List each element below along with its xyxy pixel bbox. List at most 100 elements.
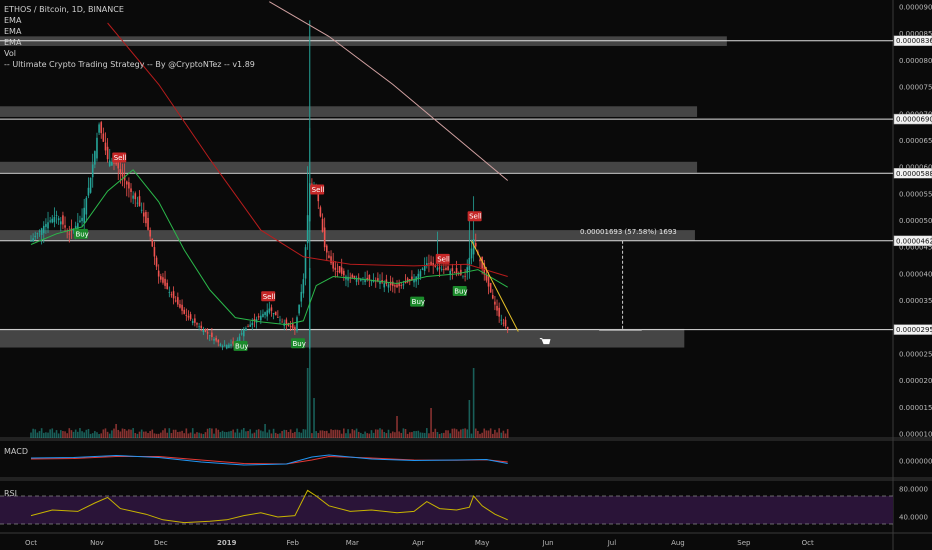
volume-bar: [232, 429, 234, 438]
candle-body: [396, 284, 398, 288]
rsi-label[interactable]: RSI: [4, 489, 17, 498]
volume-bar: [466, 429, 469, 438]
volume-bar: [504, 433, 507, 438]
zone-band: [0, 161, 698, 173]
candle-body: [453, 271, 456, 273]
candle-body: [230, 344, 232, 346]
candle-body: [208, 335, 211, 337]
candle-body: [98, 124, 100, 133]
candle-body: [113, 162, 115, 164]
volume-bar: [147, 433, 149, 438]
volume-bar: [104, 428, 107, 438]
volume-bar: [157, 433, 160, 438]
volume-bar: [383, 431, 386, 438]
candle-body: [119, 169, 122, 173]
candle-body: [138, 196, 141, 207]
volume-bar: [151, 429, 154, 438]
volume-bar: [381, 429, 383, 438]
candle-body: [121, 172, 124, 177]
volume-bar: [208, 428, 211, 438]
candle-body: [221, 345, 224, 348]
candle-body: [279, 319, 281, 321]
zone-band: [0, 106, 698, 117]
signal-label: Buy: [412, 298, 425, 306]
candle-body: [147, 217, 149, 230]
ema-legend-1[interactable]: EMA: [4, 15, 255, 26]
volume-bar: [119, 431, 122, 438]
volume-bar: [264, 424, 266, 438]
candle-body: [436, 267, 439, 270]
volume-bar: [408, 432, 411, 438]
candle-body: [474, 243, 477, 247]
volume-bar: [142, 431, 145, 438]
rsi-band: [0, 496, 893, 524]
price-tick-label: 0.00004000: [899, 270, 932, 278]
volume-bar: [460, 429, 462, 438]
volume-bar: [283, 429, 286, 438]
volume-bar: [245, 431, 247, 438]
signal-label: Sell: [469, 213, 482, 221]
volume-legend[interactable]: Vol: [4, 48, 255, 59]
candle-body: [274, 311, 277, 316]
candle-body: [394, 285, 396, 287]
time-tick-label: Mar: [346, 539, 359, 547]
strategy-legend[interactable]: -- Ultimate Crypto Trading Strategy -- B…: [4, 59, 255, 70]
volume-bar: [328, 433, 330, 438]
candle-body: [68, 233, 71, 235]
volume-bar: [311, 433, 313, 438]
candle-body: [181, 304, 183, 311]
volume-bar: [302, 429, 305, 438]
volume-bar: [243, 428, 245, 438]
volume-bar: [366, 433, 369, 438]
candle-body: [49, 220, 51, 222]
ema-legend-2[interactable]: EMA: [4, 26, 255, 37]
candle-body: [277, 317, 279, 318]
grid: [0, 0, 932, 550]
candle-body: [142, 212, 145, 217]
price-tick-label: 0.00006500: [899, 137, 932, 145]
volume-bar: [391, 431, 394, 438]
volume-bar: [262, 431, 264, 438]
candle-body: [311, 183, 313, 185]
ema-legend-3[interactable]: EMA: [4, 37, 255, 48]
volume-bar: [462, 428, 464, 438]
volume-bar: [432, 431, 434, 438]
volume-bar: [96, 432, 98, 438]
candle-body: [81, 217, 83, 222]
time-tick-label: Sep: [737, 539, 751, 547]
candle-body: [449, 270, 452, 275]
volume-bar: [323, 430, 326, 438]
candle-body: [325, 245, 328, 253]
candle-body: [440, 268, 443, 270]
volume-bar: [55, 430, 58, 438]
volume-bar: [338, 430, 341, 438]
volume-bar: [457, 431, 460, 438]
volume-bar: [400, 432, 403, 438]
volume-bar: [487, 430, 490, 438]
volume-bar: [270, 433, 273, 438]
candle-body: [91, 164, 94, 178]
volume-bar: [174, 429, 177, 438]
candle-body: [104, 142, 107, 151]
symbol-title[interactable]: ETHOS / Bitcoin, 1D, BINANCE: [4, 4, 255, 15]
volume-bar: [153, 433, 156, 438]
candle-body: [117, 161, 120, 169]
candle-body: [368, 274, 371, 281]
macd-label[interactable]: MACD: [4, 447, 28, 456]
candle-body: [451, 268, 454, 272]
volume-bar: [140, 429, 143, 438]
volume-bar: [347, 429, 349, 438]
volume-bar: [268, 429, 271, 438]
volume-bar: [364, 431, 366, 438]
volume-bar: [130, 429, 132, 438]
time-tick-label: Oct: [802, 539, 814, 547]
price-tick-label: 0.00002000: [899, 377, 932, 385]
candle-body: [179, 304, 181, 308]
trading-chart[interactable]: Buy Sell Buy Sell Buy Sell Buy Sell Buy Sell 0.00…: [0, 0, 932, 550]
candle-body: [464, 275, 466, 277]
volume-bar: [66, 433, 68, 438]
volume-bar: [117, 429, 120, 438]
volume-bar: [94, 431, 96, 438]
volume-bar: [398, 431, 400, 438]
volume-bar: [502, 430, 505, 438]
